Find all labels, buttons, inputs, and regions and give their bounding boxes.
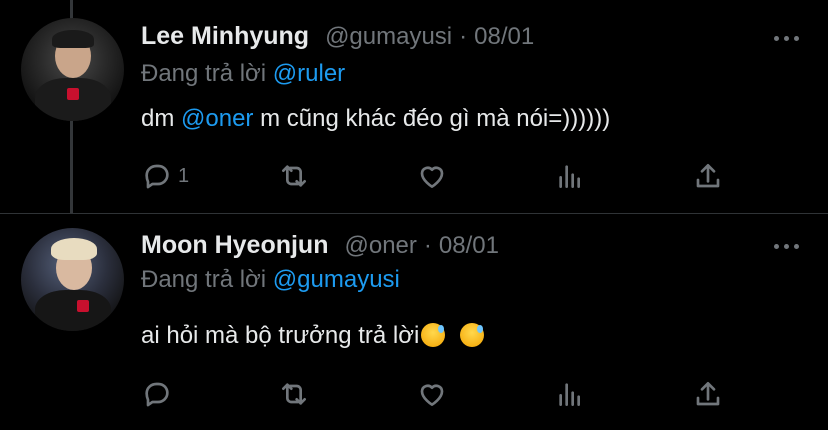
- tweet-header: Lee Minhyung @gumayusi · 08/01: [141, 22, 534, 51]
- display-name[interactable]: Lee Minhyung: [141, 22, 309, 51]
- share-button[interactable]: [692, 378, 724, 410]
- reply-icon: [145, 164, 169, 189]
- analytics-icon: [559, 383, 580, 406]
- replying-to: Đang trả lời @ruler: [141, 60, 345, 88]
- separator: ·: [423, 232, 432, 259]
- heart-icon: [420, 384, 444, 406]
- tweet-text-part: ai hỏi mà bộ trưởng trả lời: [141, 322, 420, 349]
- more-options-icon[interactable]: [774, 36, 800, 44]
- display-name[interactable]: Moon Hyeonjun: [141, 231, 328, 260]
- tweet-text: dm @oner m cũng khác đéo gì mà nói=)))))…: [141, 105, 610, 133]
- replying-to: Đang trả lời @gumayusi: [141, 266, 400, 294]
- reply-button[interactable]: 1: [140, 160, 189, 192]
- analytics-button[interactable]: [554, 378, 586, 410]
- tweet-actions: 1: [140, 160, 740, 196]
- replying-to-label: Đang trả lời: [141, 266, 267, 293]
- tweet-mention[interactable]: @oner: [181, 105, 253, 132]
- tweet-text-part: dm: [141, 105, 182, 132]
- tweet[interactable]: Lee Minhyung @gumayusi · 08/01 Đang trả …: [0, 0, 828, 214]
- separator: ·: [459, 23, 468, 50]
- tweet-header: Moon Hyeonjun @oner · 08/01: [141, 231, 499, 260]
- share-button[interactable]: [692, 160, 724, 192]
- heart-icon: [420, 166, 444, 188]
- replying-to-label: Đang trả lời: [141, 60, 267, 87]
- tweet-date[interactable]: 08/01: [474, 23, 534, 51]
- retweet-icon: [282, 383, 306, 405]
- reply-button[interactable]: [140, 378, 178, 410]
- more-options-icon[interactable]: [774, 244, 800, 252]
- avatar[interactable]: [21, 18, 124, 121]
- retweet-icon: [282, 165, 306, 187]
- reply-icon: [145, 382, 169, 407]
- user-handle[interactable]: @oner: [344, 232, 416, 260]
- tweet-actions: [140, 378, 740, 414]
- analytics-button[interactable]: [554, 160, 586, 192]
- like-button[interactable]: [416, 378, 448, 410]
- reply-count: 1: [178, 164, 190, 187]
- replying-to-mention[interactable]: @gumayusi: [273, 266, 400, 293]
- retweet-button[interactable]: [278, 378, 310, 410]
- share-icon: [696, 382, 720, 406]
- tweet-date[interactable]: 08/01: [439, 232, 499, 260]
- analytics-icon: [559, 165, 580, 188]
- avatar[interactable]: [21, 228, 124, 331]
- replying-to-mention[interactable]: @ruler: [273, 60, 345, 87]
- tweet-text: ai hỏi mà bộ trưởng trả lời: [141, 322, 484, 350]
- sweat-smile-emoji: [460, 323, 484, 347]
- sweat-smile-emoji: [421, 323, 446, 347]
- like-button[interactable]: [416, 160, 448, 192]
- user-handle[interactable]: @gumayusi: [325, 23, 452, 51]
- retweet-button[interactable]: [278, 160, 310, 192]
- tweet[interactable]: Moon Hyeonjun @oner · 08/01 Đang trả lời…: [0, 214, 828, 430]
- share-icon: [696, 164, 720, 188]
- tweet-text-part: m cũng khác đéo gì mà nói=)))))): [253, 105, 611, 132]
